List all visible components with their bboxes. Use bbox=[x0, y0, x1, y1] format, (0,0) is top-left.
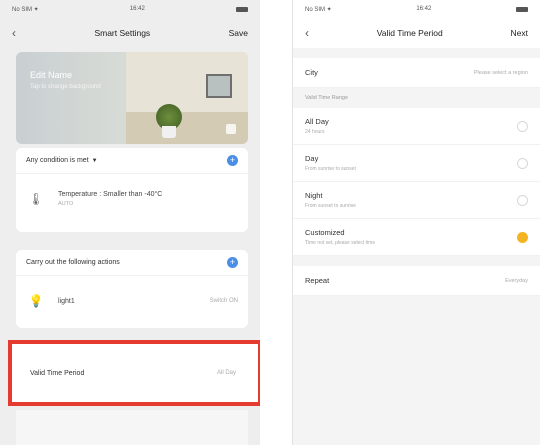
carrier-label: No SIM ✦ bbox=[12, 6, 39, 13]
battery-icon bbox=[516, 6, 528, 12]
carrier-label: No SIM ✦ bbox=[305, 6, 332, 13]
condition-item[interactable]: 🌡 Temperature : Smaller than -40°C AUTO bbox=[16, 174, 248, 224]
edit-image-icon[interactable] bbox=[226, 124, 236, 134]
city-row[interactable]: City Please select a region bbox=[293, 58, 540, 88]
action-state: Switch ON bbox=[209, 298, 238, 304]
valid-time-value: All Day bbox=[216, 370, 236, 376]
bottom-area bbox=[16, 410, 248, 445]
city-value: Please select a region bbox=[473, 69, 528, 76]
conditions-panel: Any condition is met ▼ + 🌡 Temperature : … bbox=[16, 148, 248, 232]
repeat-block: Repeat Everyday bbox=[293, 266, 540, 296]
option-all-day[interactable]: All Day 24 hours bbox=[293, 108, 540, 145]
save-button[interactable]: Save bbox=[229, 28, 248, 38]
scene-image-window bbox=[206, 74, 232, 98]
city-label: City bbox=[305, 68, 318, 77]
city-block: City Please select a region bbox=[293, 58, 540, 88]
lightbulb-icon: 💡 bbox=[28, 294, 44, 308]
radio-icon[interactable] bbox=[517, 194, 528, 206]
scene-image-pot bbox=[162, 126, 176, 138]
add-condition-button[interactable]: + bbox=[227, 155, 238, 166]
valid-time-period-row[interactable]: Valid Time Period All Day bbox=[8, 340, 260, 406]
actions-panel: Carry out the following actions + 💡 ligh… bbox=[16, 250, 248, 328]
option-sub: From sunset to sunrise bbox=[305, 203, 356, 209]
back-icon[interactable]: ‹ bbox=[305, 26, 309, 40]
option-label: Customized bbox=[305, 228, 345, 237]
option-day[interactable]: Day From sunrise to sunset bbox=[293, 145, 540, 182]
repeat-value: Everyday bbox=[505, 277, 528, 284]
radio-icon[interactable] bbox=[517, 157, 528, 169]
valid-time-label: Valid Time Period bbox=[30, 369, 85, 377]
condition-text: Temperature : Smaller than -40°C bbox=[58, 191, 163, 198]
action-item[interactable]: 💡 light1 Switch ON bbox=[16, 276, 248, 326]
option-label: Day bbox=[305, 154, 319, 163]
conditions-header[interactable]: Any condition is met ▼ + bbox=[16, 148, 248, 174]
repeat-label: Repeat bbox=[305, 276, 330, 285]
scene-subtitle: Tap to change background bbox=[30, 84, 101, 90]
option-sub: 24 hours bbox=[305, 129, 325, 135]
nav-bar: ‹ Smart Settings Save bbox=[0, 18, 260, 48]
page-title: Valid Time Period bbox=[376, 28, 443, 38]
option-customized[interactable]: Customized Time not set, please select t… bbox=[293, 219, 540, 256]
option-night[interactable]: Night From sunset to sunrise bbox=[293, 182, 540, 219]
repeat-row[interactable]: Repeat Everyday bbox=[293, 266, 540, 296]
option-label: All Day bbox=[305, 117, 329, 126]
add-action-button[interactable]: + bbox=[227, 257, 238, 268]
next-button[interactable]: Next bbox=[511, 28, 528, 38]
nav-bar: ‹ Valid Time Period Next bbox=[293, 18, 540, 48]
option-label: Night bbox=[305, 191, 323, 200]
thermometer-icon: 🌡 bbox=[28, 192, 44, 206]
clock: 16:42 bbox=[416, 6, 432, 12]
scene-name[interactable]: Edit Name bbox=[30, 70, 72, 80]
option-sub: Time not set, please select time bbox=[305, 240, 376, 246]
valid-time-period-screen: No SIM ✦ 16:42 ‹ Valid Time Period Next … bbox=[292, 0, 540, 445]
condition-subtext: AUTO bbox=[58, 201, 74, 207]
radio-icon[interactable] bbox=[517, 120, 528, 132]
option-sub: From sunrise to sunset bbox=[305, 166, 356, 172]
clock: 16:42 bbox=[129, 6, 145, 12]
smart-settings-screen: No SIM ✦ 16:42 ‹ Smart Settings Save Edi… bbox=[0, 0, 260, 445]
page-title: Smart Settings bbox=[94, 28, 151, 38]
radio-selected-icon[interactable] bbox=[517, 231, 528, 243]
scene-banner[interactable]: Edit Name Tap to change background bbox=[16, 52, 248, 144]
actions-header-label: Carry out the following actions bbox=[26, 259, 120, 266]
status-bar: No SIM ✦ 16:42 bbox=[293, 0, 540, 18]
status-bar: No SIM ✦ 16:42 bbox=[0, 0, 260, 18]
action-device-name: light1 bbox=[58, 297, 75, 305]
battery-icon bbox=[236, 6, 248, 12]
conditions-header-label: Any condition is met bbox=[26, 157, 89, 164]
section-label: Valid Time Range bbox=[305, 95, 349, 101]
chevron-down-icon[interactable]: ▼ bbox=[92, 158, 98, 164]
actions-header: Carry out the following actions + bbox=[16, 250, 248, 276]
time-range-options: All Day 24 hours Day From sunrise to sun… bbox=[293, 108, 540, 256]
back-icon[interactable]: ‹ bbox=[12, 26, 16, 40]
